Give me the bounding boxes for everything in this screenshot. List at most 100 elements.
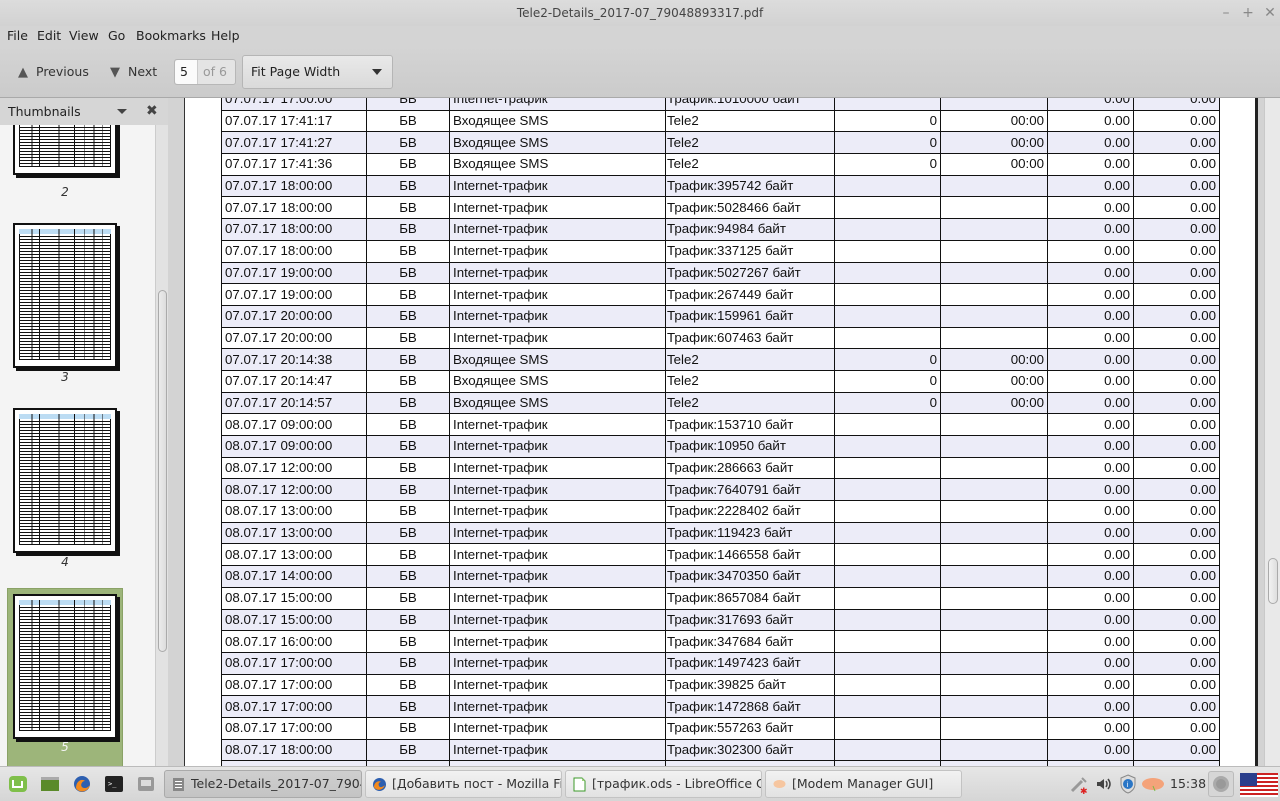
terminal-icon[interactable]: >_ (104, 774, 124, 794)
network-disconnected-icon[interactable]: ✱ (1068, 775, 1090, 795)
datetime-cell: 08.07.17 16:00:00 (221, 630, 367, 653)
menu-view[interactable]: View (69, 28, 99, 43)
datetime-cell: 07.07.17 20:14:38 (221, 348, 367, 371)
menu-help[interactable]: Help (211, 28, 240, 43)
zoom-mode-value: Fit Page Width (251, 64, 341, 79)
total-cell: 0.00 (1133, 174, 1220, 198)
menu-bookmarks[interactable]: Bookmarks (136, 28, 206, 43)
thumbnail-page-3[interactable] (13, 223, 117, 368)
thumbnail-page-5[interactable] (13, 594, 117, 739)
duration-cell (940, 196, 1048, 220)
sidebar-scroll-thumb[interactable] (158, 290, 167, 652)
service-cell: Internet-трафик (449, 196, 666, 220)
service-cell: Входящее SMS (449, 391, 666, 415)
close-button[interactable]: ✕ (1260, 0, 1280, 26)
service-cell: Internet-трафик (449, 521, 666, 545)
menu-go[interactable]: Go (108, 28, 125, 43)
page-number-field[interactable]: 5 of 6 (174, 59, 236, 85)
zone-cell: БВ (366, 109, 450, 133)
details-cell: Трафик:317693 байт (665, 608, 835, 632)
zone-cell: БВ (366, 239, 450, 263)
count-cell (834, 413, 941, 436)
task-libreoffice-calc[interactable]: [трафик.ods - LibreOffice Ca... (565, 770, 762, 798)
datetime-cell: 08.07.17 13:00:00 (221, 521, 367, 545)
document-scrollbar[interactable] (1264, 98, 1280, 766)
task-pdf-viewer[interactable]: Tele2-Details_2017-07_7904... (164, 770, 362, 798)
menu-file[interactable]: File (7, 28, 28, 43)
duration-cell: 00:00 (940, 369, 1048, 393)
user-applet-button[interactable] (1208, 771, 1234, 797)
modem-manager-tray-icon[interactable] (1141, 776, 1165, 792)
next-page-button[interactable]: ▼ Next (110, 62, 157, 82)
thumbnail-label: 2 (61, 185, 69, 199)
svg-text:>_: >_ (108, 780, 117, 788)
zone-cell: БВ (366, 630, 450, 653)
zone-cell: БВ (366, 500, 450, 523)
thumbnail-page-4[interactable] (13, 408, 117, 553)
datetime-cell: 07.07.17 17:41:27 (221, 131, 367, 155)
previous-page-button[interactable]: ▲ Previous (18, 62, 89, 82)
zone-cell: БВ (366, 304, 450, 328)
clock[interactable]: 15:38 (1170, 767, 1206, 801)
duration-cell (940, 651, 1048, 675)
table-row: 08.07.17 15:00:00 БВ Internet-трафик Трафик… (221, 586, 1220, 610)
table-row: 07.07.17 18:00:00 БВ Internet-трафик Трафик… (221, 174, 1220, 198)
duration-cell (940, 413, 1048, 436)
service-cell: Internet-трафик (449, 500, 666, 523)
count-cell: 0 (834, 391, 941, 415)
sidebar-splitter[interactable] (168, 98, 176, 766)
total-cell: 0.00 (1133, 695, 1220, 718)
sidebar-title: Thumbnails (8, 104, 81, 119)
chevron-down-icon (372, 69, 382, 75)
zone-cell: БВ (366, 326, 450, 350)
thumbnail-page-2[interactable] (13, 125, 117, 175)
table-row: 07.07.17 19:00:00 БВ Internet-трафик Трафик… (221, 261, 1220, 285)
update-manager-shield-icon[interactable]: i (1119, 774, 1137, 794)
duration-cell (940, 586, 1048, 610)
total-cell: 0.00 (1133, 413, 1220, 436)
task-modem-manager[interactable]: [Modem Manager GUI] (765, 770, 962, 798)
thumbnail-label-selected: 5 (61, 740, 69, 754)
thumb-cols (19, 414, 111, 545)
cost-cell: 0.00 (1047, 369, 1134, 393)
service-cell: Входящее SMS (449, 153, 666, 176)
datetime-cell: 07.07.17 17:41:36 (221, 153, 367, 176)
datetime-cell: 07.07.17 18:00:00 (221, 174, 367, 198)
zone-cell: БВ (366, 695, 450, 718)
thumbnail-label: 3 (61, 370, 69, 384)
service-cell: Internet-трафик (449, 456, 666, 480)
current-page-input[interactable]: 5 (175, 60, 198, 84)
count-cell (834, 543, 941, 567)
keyboard-layout-flag-icon[interactable] (1240, 773, 1278, 797)
details-cell: Трафик:1466558 байт (665, 543, 835, 567)
zoom-mode-select[interactable]: Fit Page Width (242, 55, 393, 89)
firefox-icon[interactable] (72, 774, 92, 794)
datetime-cell: 07.07.17 17:00:00 (221, 98, 367, 111)
minimize-button[interactable]: – (1216, 0, 1236, 26)
task-firefox[interactable]: [Добавить пост - Mozilla Fir... (365, 770, 562, 798)
count-cell (834, 218, 941, 241)
cost-cell: 0.00 (1047, 153, 1134, 176)
document-scroll-thumb[interactable] (1268, 558, 1278, 604)
volume-icon[interactable] (1095, 776, 1113, 792)
zone-cell: БВ (366, 478, 450, 502)
cost-cell: 0.00 (1047, 348, 1134, 371)
show-desktop-icon[interactable] (40, 774, 60, 794)
table-row: 08.07.17 17:00:00 БВ Internet-трафик Трафик… (221, 651, 1220, 675)
count-cell (834, 738, 941, 762)
datetime-cell: 08.07.17 13:00:00 (221, 543, 367, 567)
sidebar-scrollbar[interactable] (155, 125, 168, 766)
mint-menu-icon[interactable] (8, 774, 28, 794)
window-list-icon[interactable] (136, 774, 156, 794)
maximize-button[interactable]: + (1238, 0, 1258, 26)
toolbar: ▲ Previous ▼ Next 5 of 6 Fit Page Width (0, 46, 1280, 98)
menu-edit[interactable]: Edit (37, 28, 61, 43)
duration-cell (940, 521, 1048, 545)
sidebar-close-icon[interactable]: ✖ (146, 98, 158, 125)
total-cell: 0.00 (1133, 109, 1220, 133)
zone-cell: БВ (366, 586, 450, 610)
sidebar-mode-dropdown-icon[interactable] (117, 109, 127, 114)
datetime-cell: 07.07.17 19:00:00 (221, 261, 367, 285)
details-cell: Трафик:8657084 байт (665, 586, 835, 610)
duration-cell: 00:00 (940, 348, 1048, 371)
